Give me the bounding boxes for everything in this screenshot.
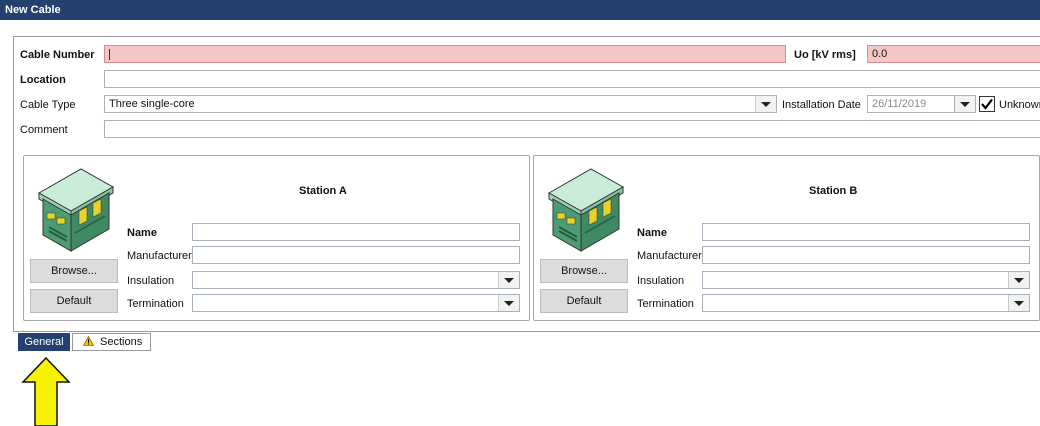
substation-icon: [37, 168, 115, 252]
station-b-insulation-select[interactable]: [702, 271, 1030, 289]
installation-date-label: Installation Date: [782, 99, 861, 111]
tab-sections-label: Sections: [100, 336, 143, 348]
location-input[interactable]: [104, 70, 1040, 88]
station-b-name-label: Name: [637, 227, 667, 239]
station-b-termination-label: Termination: [637, 298, 694, 310]
tab-sections[interactable]: Sections: [72, 333, 151, 351]
station-a-default-button[interactable]: Default: [30, 289, 118, 313]
unknown-label: Unknown: [999, 99, 1040, 111]
cable-number-label: Cable Number: [20, 49, 95, 61]
installation-date-input[interactable]: 26/11/2019: [867, 95, 957, 113]
chevron-down-icon[interactable]: [498, 272, 519, 288]
uo-label: Uo [kV rms]: [794, 49, 856, 61]
station-a-name-label: Name: [127, 227, 157, 239]
location-label: Location: [20, 74, 66, 86]
general-panel: Cable Number Uo [kV rms] 0.0 Location Ca…: [13, 36, 1040, 332]
tab-general[interactable]: General: [18, 333, 70, 351]
station-b-manufacturer-label: Manufacturer: [637, 250, 702, 262]
chevron-down-icon[interactable]: [1008, 272, 1029, 288]
station-b-termination-select[interactable]: [702, 294, 1030, 312]
cable-type-label: Cable Type: [20, 99, 76, 111]
station-a-name-input[interactable]: [192, 223, 520, 241]
station-a-manufacturer-input[interactable]: [192, 246, 520, 264]
station-a-group: Station A Name Manufacturer Insulation T…: [23, 155, 530, 321]
station-b-name-input[interactable]: [702, 223, 1030, 241]
station-b-title: Station B: [809, 185, 858, 197]
station-b-insulation-label: Insulation: [637, 275, 685, 287]
unknown-checkbox[interactable]: [979, 96, 995, 112]
uo-input[interactable]: 0.0: [867, 45, 1040, 63]
warning-icon: [83, 336, 94, 346]
station-a-termination-select[interactable]: [192, 294, 520, 312]
chevron-down-icon[interactable]: [755, 96, 776, 112]
station-a-browse-button[interactable]: Browse...: [30, 259, 118, 283]
substation-icon: [547, 168, 625, 252]
comment-label: Comment: [20, 124, 68, 136]
station-b-default-button[interactable]: Default: [540, 289, 628, 313]
station-b-manufacturer-input[interactable]: [702, 246, 1030, 264]
station-a-manufacturer-label: Manufacturer: [127, 250, 192, 262]
station-a-insulation-select[interactable]: [192, 271, 520, 289]
cable-type-select[interactable]: Three single-core: [104, 95, 777, 113]
window-title: New Cable: [0, 0, 1040, 20]
chevron-down-icon[interactable]: [498, 295, 519, 311]
station-a-insulation-label: Insulation: [127, 275, 175, 287]
text-caret: [109, 49, 110, 60]
comment-input[interactable]: [104, 120, 1040, 138]
yellow-arrow-icon: [21, 356, 71, 426]
station-b-group: Station B Name Manufacturer Insulation T…: [533, 155, 1040, 321]
cable-number-input[interactable]: [104, 45, 786, 63]
station-a-termination-label: Termination: [127, 298, 184, 310]
chevron-down-icon[interactable]: [1008, 295, 1029, 311]
station-b-browse-button[interactable]: Browse...: [540, 259, 628, 283]
checkmark-icon: [981, 98, 993, 110]
date-dropdown-icon[interactable]: [954, 95, 976, 113]
station-a-title: Station A: [299, 185, 347, 197]
